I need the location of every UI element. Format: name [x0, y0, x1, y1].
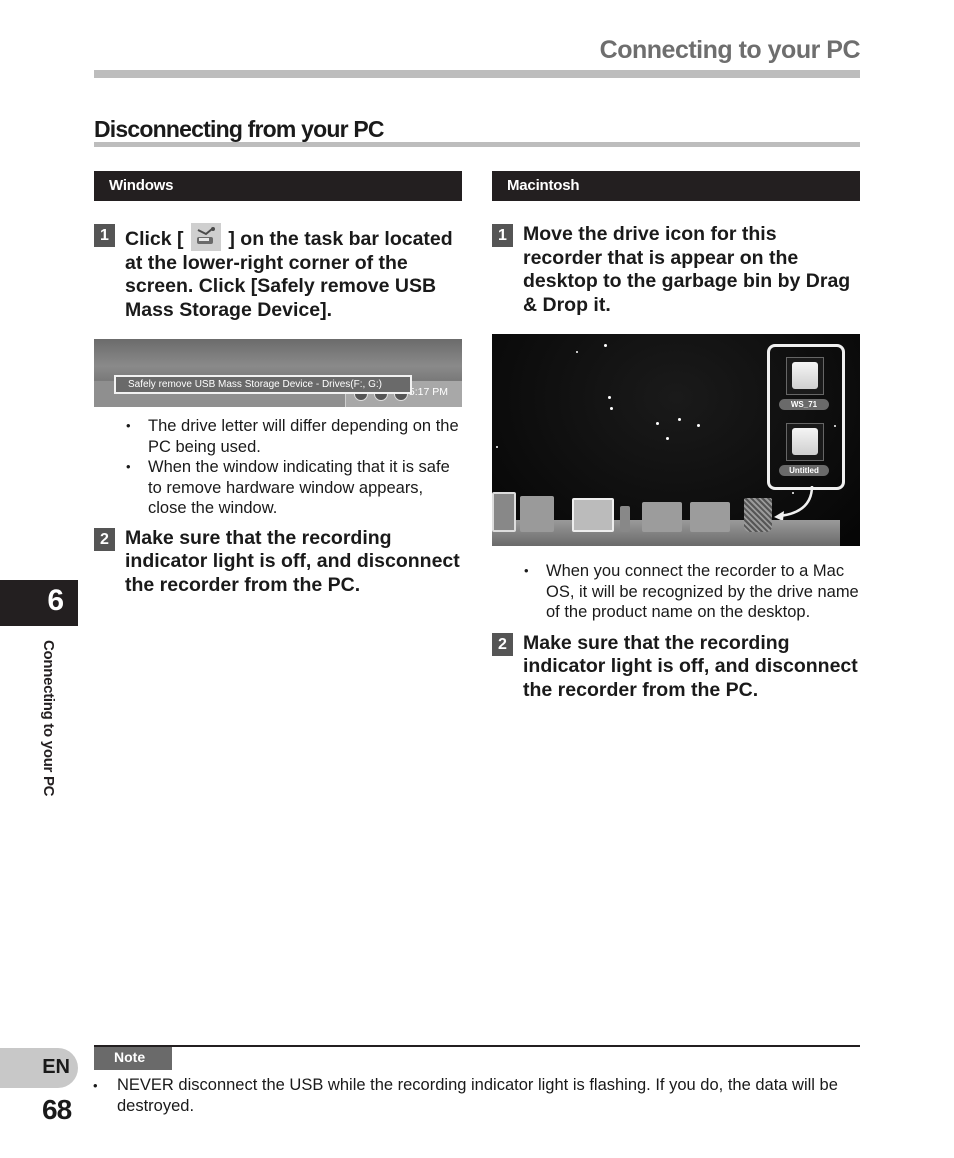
- star: [678, 418, 681, 421]
- step-text: Make sure that the recording indicator l…: [523, 631, 858, 701]
- drive-icon-ws71[interactable]: [786, 357, 824, 395]
- disk-utility-icon[interactable]: [520, 496, 554, 532]
- step-number: 1: [94, 224, 115, 247]
- star: [697, 424, 700, 427]
- star: [576, 351, 578, 353]
- note-rule: [94, 1045, 860, 1047]
- downloads-folder-icon[interactable]: [690, 502, 730, 532]
- chapter-tab: 6: [0, 580, 78, 626]
- chapter-header-title: Connecting to your PC: [599, 36, 861, 64]
- windows-column: Windows 1 Click [ ] on the task bar loca…: [94, 171, 462, 597]
- bullet-item: When the window indicating that it is sa…: [126, 457, 462, 519]
- macintosh-column: Macintosh 1 Move the drive icon for this…: [492, 171, 860, 702]
- mac-step-1: 1 Move the drive icon for this recorder …: [492, 223, 860, 317]
- star: [608, 396, 611, 399]
- drive-label[interactable]: Untitled: [779, 465, 829, 476]
- windows-taskbar-screenshot: 5:17 PM Safely remove USB Mass Storage D…: [94, 339, 462, 407]
- drive-label[interactable]: WS_71: [779, 399, 829, 410]
- star: [656, 422, 659, 425]
- chapter-number: 6: [47, 584, 64, 617]
- header-rule: [94, 70, 860, 78]
- mac-desktop-screenshot: WS_71 Untitled: [492, 334, 860, 546]
- windows-step-1: 1 Click [ ] on the task bar located at t…: [94, 223, 462, 322]
- star: [610, 407, 613, 410]
- step-text-before: Click [: [125, 228, 184, 250]
- step-number: 1: [492, 224, 513, 247]
- section-rule: [94, 142, 860, 147]
- windows-step-2: 2 Make sure that the recording indicator…: [94, 527, 462, 598]
- safely-remove-tooltip[interactable]: Safely remove USB Mass Storage Device - …: [114, 375, 412, 394]
- note-label: Note: [94, 1047, 172, 1070]
- desktop-drives-highlight: WS_71 Untitled: [767, 344, 845, 490]
- step-number: 2: [94, 527, 115, 551]
- drive-icon-untitled[interactable]: [786, 423, 824, 461]
- trash-icon[interactable]: [744, 498, 772, 532]
- star: [496, 446, 498, 448]
- star: [604, 344, 607, 347]
- finder-window-icon[interactable]: [492, 492, 516, 532]
- language-badge: EN: [0, 1048, 78, 1088]
- section-title: Disconnecting from your PC: [94, 116, 385, 142]
- windows-notes: The drive letter will differ depending o…: [94, 416, 462, 519]
- bullet-item: When you connect the recorder to a Mac O…: [524, 561, 860, 623]
- step-number: 2: [492, 632, 513, 656]
- star: [666, 437, 669, 440]
- note-text: NEVER disconnect the USB while the recor…: [93, 1075, 847, 1117]
- bullet-item: The drive letter will differ depending o…: [126, 416, 462, 457]
- stack-icon[interactable]: [620, 506, 630, 532]
- chapter-side-label: Connecting to your PC: [40, 640, 57, 797]
- windows-heading: Windows: [94, 171, 462, 201]
- mac-notes: When you connect the recorder to a Mac O…: [492, 561, 860, 623]
- tray-clock: 5:17 PM: [408, 386, 448, 398]
- step-text: Make sure that the recording indicator l…: [125, 526, 460, 596]
- language-code: EN: [42, 1056, 70, 1078]
- folder-icon[interactable]: [642, 502, 682, 532]
- drag-arrow-icon: [774, 485, 814, 521]
- mac-step-2: 2 Make sure that the recording indicator…: [492, 632, 860, 703]
- page-number: 68: [42, 1094, 72, 1125]
- safely-remove-hardware-icon: [190, 223, 221, 251]
- preview-scissors-icon[interactable]: [572, 498, 614, 532]
- macintosh-heading: Macintosh: [492, 171, 860, 201]
- step-text: Move the drive icon for this recorder th…: [523, 223, 851, 316]
